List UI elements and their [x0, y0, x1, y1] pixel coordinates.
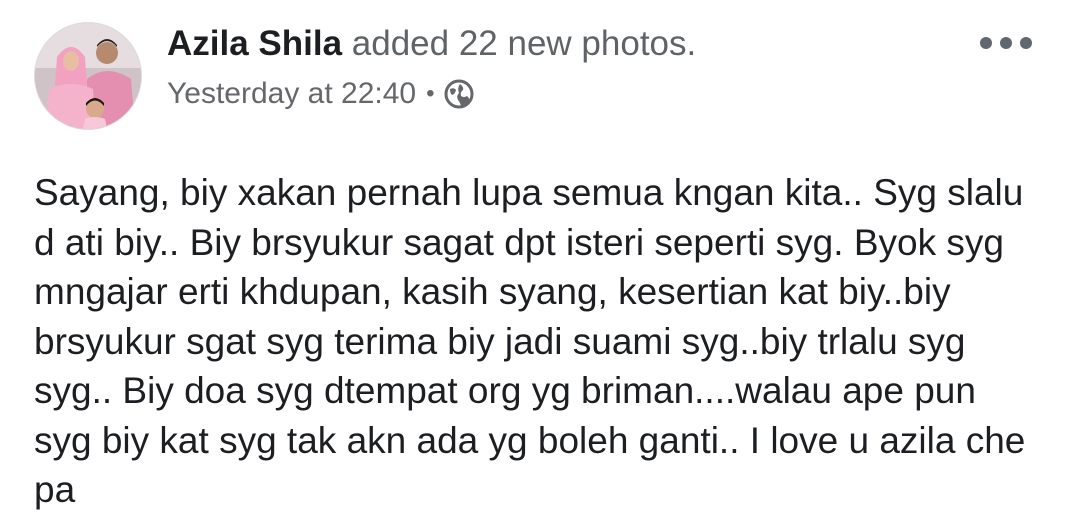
post-body-line: syg.. Biy doa syg dtempat org yg briman.… [34, 370, 976, 411]
avatar[interactable] [34, 22, 142, 130]
post-body-text: Sayang, biy xakan pernah lupa semua knga… [34, 168, 1044, 515]
post-body-line: brsyukur sgat syg terima biy jadi suami … [34, 320, 966, 362]
more-dot [1000, 37, 1012, 49]
post-timestamp[interactable]: Yesterday at 22:40 [167, 76, 416, 112]
post-action-text: added 22 new photos. [342, 24, 697, 63]
more-options-icon[interactable] [980, 30, 1032, 56]
post-header: Azila Shila added 22 new photos. Yesterd… [0, 0, 1080, 150]
more-dot [1020, 37, 1032, 49]
post-meta: Yesterday at 22:40 • [167, 76, 475, 112]
more-dot [980, 37, 992, 49]
post-body-line: pa [34, 469, 76, 510]
author-name-link[interactable]: Azila Shila [167, 24, 342, 63]
meta-separator: • [426, 80, 435, 107]
post-body-line: syg biy kat syg tak akn ada yg boleh gan… [34, 419, 1026, 461]
avatar-photo [35, 23, 141, 129]
globe-icon[interactable] [443, 78, 475, 110]
post-author-line: Azila Shila added 22 new photos. [167, 24, 696, 64]
post-body-line: mngajar erti khdupan, kasih syang, keser… [34, 271, 951, 312]
post-body-line: Sayang, biy xakan pernah lupa semua knga… [34, 172, 1024, 213]
post-body-line: d ati biy.. Biy brsyukur sagat dpt ister… [34, 221, 1004, 263]
